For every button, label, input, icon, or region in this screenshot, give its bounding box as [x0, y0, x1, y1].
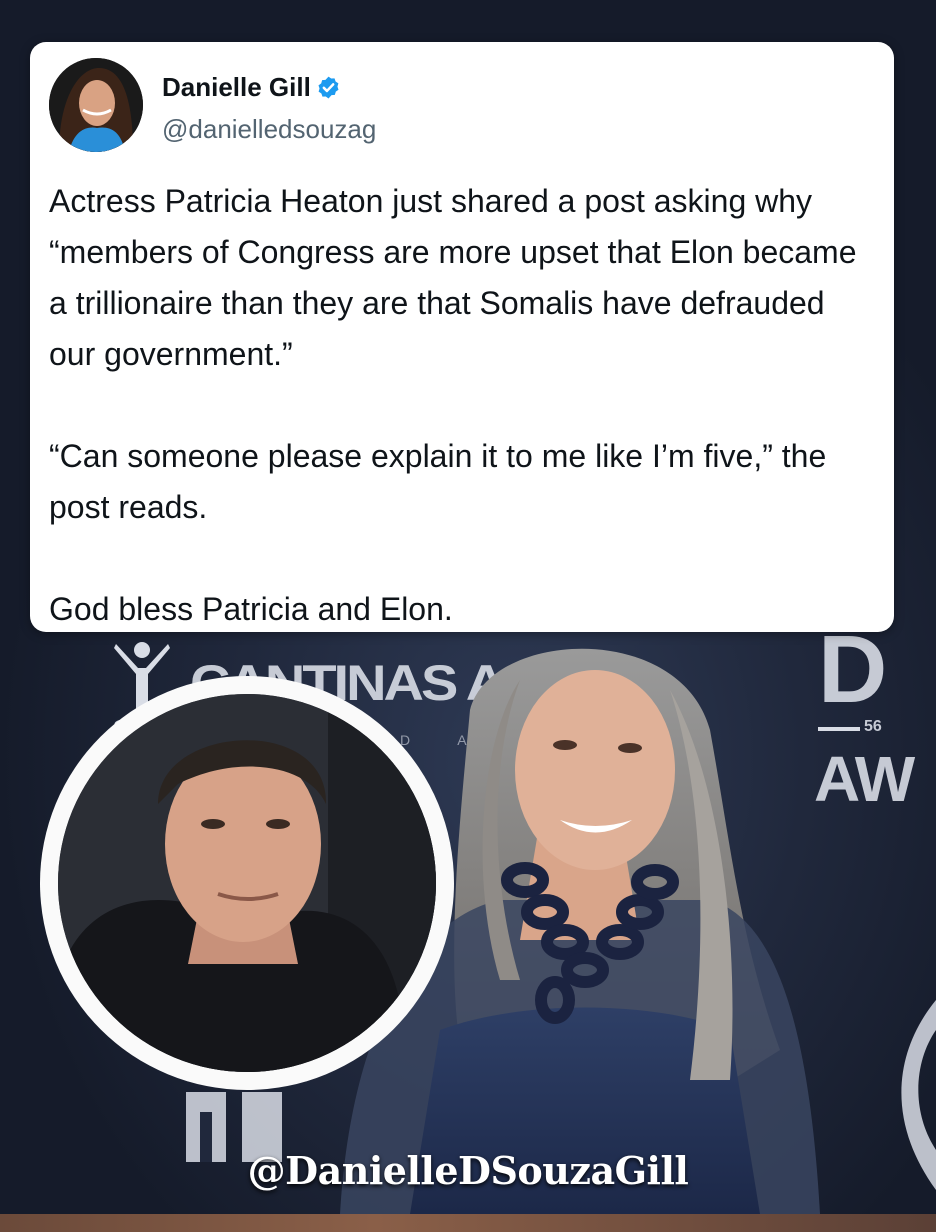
verified-badge-icon — [318, 76, 339, 99]
display-name[interactable]: Danielle Gill — [162, 72, 311, 103]
user-handle[interactable]: @danielledsouzag — [162, 114, 376, 145]
bottom-strip — [0, 1214, 936, 1232]
name-row: Danielle Gill — [162, 72, 341, 103]
elon-musk-photo — [58, 694, 436, 1072]
tweet-card: Danielle Gill @danielledsouzag Actress P… — [30, 42, 894, 632]
watermark-handle: @DanielleDSouzaGill — [247, 1148, 689, 1193]
tweet-text: Actress Patricia Heaton just shared a po… — [49, 176, 879, 635]
avatar[interactable] — [49, 58, 143, 152]
tweet-paragraph: Actress Patricia Heaton just shared a po… — [49, 183, 857, 372]
backdrop-rule — [818, 727, 860, 731]
backdrop-annual-number: 56 — [864, 718, 882, 735]
backdrop-awards-text: AW — [814, 743, 915, 815]
tweet-paragraph: God bless Patricia and Elon. — [49, 591, 453, 627]
tweet-paragraph: “Can someone please explain it to me lik… — [49, 438, 827, 525]
elon-musk-photo-frame — [40, 676, 454, 1090]
